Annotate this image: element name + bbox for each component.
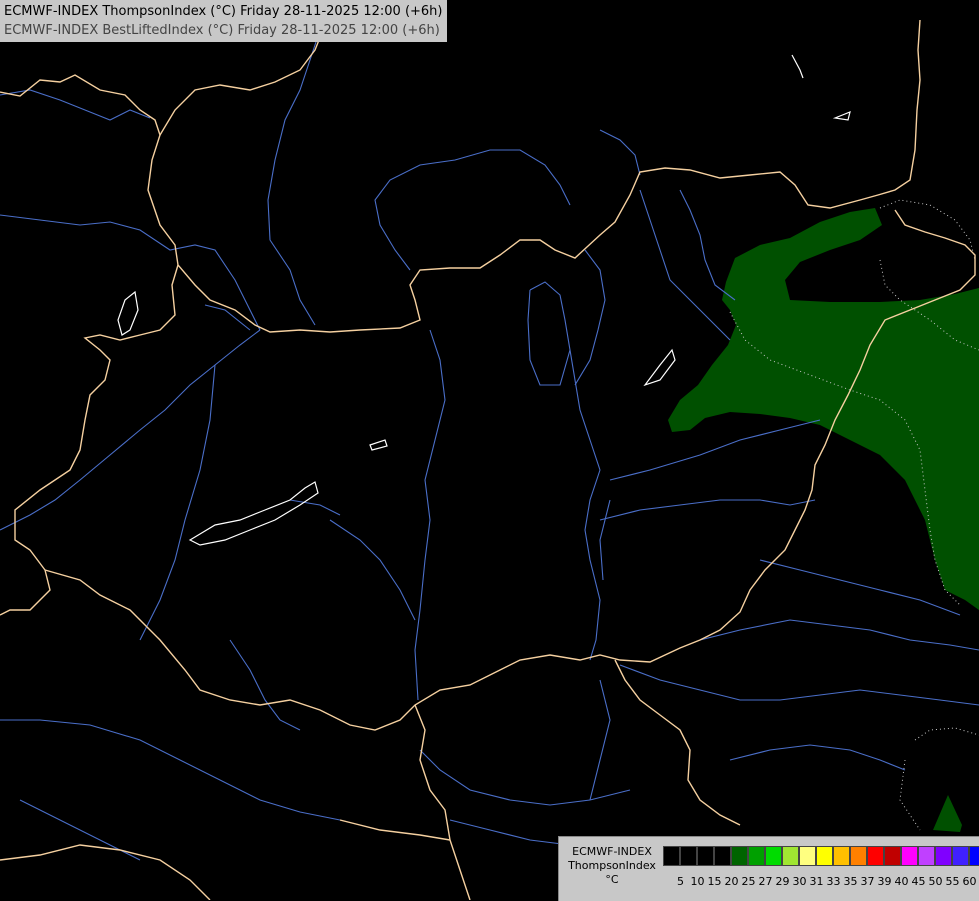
legend-swatch xyxy=(884,846,901,866)
legend-tick: 15 xyxy=(707,875,722,888)
legend-tick: 50 xyxy=(928,875,943,888)
legend-swatch xyxy=(969,846,979,866)
legend-tick: 5 xyxy=(677,875,684,888)
legend-swatch xyxy=(714,846,731,866)
legend-swatch xyxy=(952,846,969,866)
legend-swatches xyxy=(663,846,979,866)
legend-swatch xyxy=(935,846,952,866)
legend-tick: 60 xyxy=(962,875,977,888)
legend-swatch xyxy=(918,846,935,866)
map-title-primary: ECMWF-INDEX ThompsonIndex (°C) Friday 28… xyxy=(4,4,443,19)
legend-swatch xyxy=(748,846,765,866)
legend-tick: 55 xyxy=(945,875,960,888)
legend-swatch xyxy=(680,846,697,866)
legend-tick: 29 xyxy=(775,875,790,888)
legend-tick: 39 xyxy=(877,875,892,888)
legend-swatch xyxy=(697,846,714,866)
legend-tick: 27 xyxy=(758,875,773,888)
legend-swatch xyxy=(816,846,833,866)
legend-model: ECMWF-INDEX xyxy=(572,845,652,858)
legend-swatch xyxy=(867,846,884,866)
legend-swatch xyxy=(833,846,850,866)
legend-tick: 37 xyxy=(860,875,875,888)
map-background xyxy=(0,0,979,900)
legend-swatch xyxy=(663,846,680,866)
legend-swatch xyxy=(765,846,782,866)
legend-tick: 45 xyxy=(911,875,926,888)
map-title-box: ECMWF-INDEX ThompsonIndex (°C) Friday 28… xyxy=(0,0,447,42)
legend-tick: 10 xyxy=(690,875,705,888)
legend-tick: 25 xyxy=(741,875,756,888)
legend-tick: 31 xyxy=(809,875,824,888)
weather-map xyxy=(0,0,979,900)
legend-tick: 33 xyxy=(826,875,841,888)
legend-tick: 40 xyxy=(894,875,909,888)
legend-swatch xyxy=(731,846,748,866)
legend-tick: 20 xyxy=(724,875,739,888)
color-legend: ECMWF-INDEX ThompsonIndex °C 5 10 15 20 25 27… xyxy=(558,836,979,901)
legend-swatch xyxy=(799,846,816,866)
legend-ticks: 5 10 15 20 25 27 29 30 31 33 35 37 39 40 45 50 55 60 xyxy=(672,875,978,888)
legend-tick: 30 xyxy=(792,875,807,888)
map-title-secondary: ECMWF-INDEX BestLiftedIndex (°C) Friday … xyxy=(4,23,440,38)
legend-swatch xyxy=(850,846,867,866)
legend-unit: °C xyxy=(605,873,619,886)
legend-tick: 35 xyxy=(843,875,858,888)
legend-swatch xyxy=(782,846,799,866)
legend-label: ECMWF-INDEX ThompsonIndex °C xyxy=(563,845,661,887)
legend-parameter: ThompsonIndex xyxy=(568,859,656,872)
legend-swatch xyxy=(901,846,918,866)
